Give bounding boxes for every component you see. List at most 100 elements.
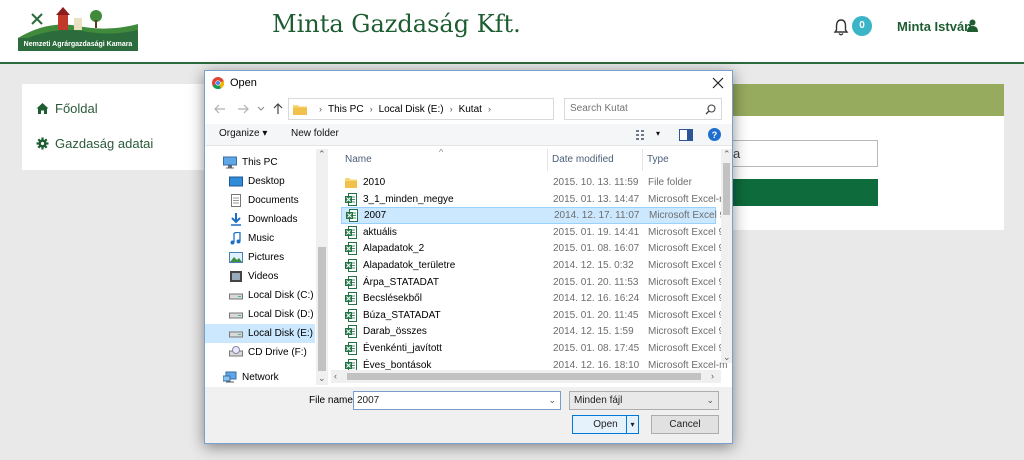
breadcrumb-local-disk-e[interactable]: Local Disk (E:) xyxy=(379,104,444,115)
file-row[interactable]: Alapadatok_2 2015. 01. 08. 16:07 Microsoft… xyxy=(341,240,730,257)
notification-badge[interactable]: 0 xyxy=(852,16,872,36)
file-date-modified: 2015. 01. 08. 17:45 xyxy=(553,343,640,354)
file-row[interactable]: aktuális 2015. 01. 19. 14:41 Microsoft Exc… xyxy=(341,224,730,241)
view-options-icon[interactable] xyxy=(636,129,650,141)
recent-dropdown-icon[interactable] xyxy=(256,102,266,116)
nav-item-cd-drive-f[interactable]: CD Drive (F:) xyxy=(229,343,330,362)
nav-item-network[interactable]: Network xyxy=(223,368,330,387)
form-input[interactable]: a xyxy=(720,140,878,167)
search-box[interactable] xyxy=(564,98,722,120)
network-icon xyxy=(223,371,237,383)
up-arrow-icon[interactable] xyxy=(271,102,285,116)
column-divider[interactable] xyxy=(547,149,548,171)
back-arrow-icon[interactable] xyxy=(213,102,227,116)
pictures-icon xyxy=(229,252,243,263)
file-type: Microsoft Excel 97 xyxy=(648,260,730,271)
open-button-label: Open xyxy=(593,419,618,430)
file-name: Búza_STATADAT xyxy=(363,309,441,321)
nav-item-label: CD Drive (F:) xyxy=(248,347,307,358)
open-split-dropdown-icon[interactable]: ▾ xyxy=(626,416,638,433)
excel-file-icon xyxy=(345,259,357,272)
panel-header xyxy=(720,84,1004,116)
help-icon[interactable]: ? xyxy=(708,128,721,141)
file-row[interactable]: Becslésekből 2014. 12. 16. 16:24 Microsoft… xyxy=(341,290,730,307)
file-date-modified: 2015. 01. 08. 16:07 xyxy=(553,243,640,255)
dialog-toolbar: Organize ▾ New folder ▾ ? xyxy=(205,124,732,146)
user-menu[interactable]: Minta István xyxy=(897,19,972,34)
nav-pane-scrollbar[interactable]: ⌃ ⌄ xyxy=(316,149,328,385)
nav-item-label: Local Disk (D:) xyxy=(248,309,314,320)
nav-item-local-disk-c[interactable]: Local Disk (C:) xyxy=(229,286,330,305)
new-folder-button[interactable]: New folder xyxy=(291,128,339,139)
sidebar-item-home[interactable]: Főoldal xyxy=(36,98,98,118)
submit-button[interactable] xyxy=(720,179,878,206)
open-button[interactable]: Open ▾ xyxy=(572,415,639,434)
file-type-filter[interactable]: Minden fájl ⌄ xyxy=(569,391,719,410)
organize-button[interactable]: Organize ▾ xyxy=(219,128,267,139)
desktop-icon xyxy=(229,176,243,187)
scroll-up-arrow-icon[interactable]: ⌃ xyxy=(723,149,731,160)
scroll-left-arrow-icon[interactable]: ‹ xyxy=(334,371,337,381)
nav-item-local-disk-d[interactable]: Local Disk (D:) xyxy=(229,305,330,324)
file-date-modified: 2014. 12. 16. 18:10 xyxy=(553,359,640,371)
file-row[interactable]: Árpa_STATADAT 2015. 01. 20. 11:53 Microsof… xyxy=(341,274,730,291)
file-date-modified: 2014. 12. 15. 1:59 xyxy=(553,326,634,338)
scroll-up-arrow-icon[interactable]: ⌃ xyxy=(318,149,326,160)
sidebar-item-farm-data[interactable]: Gazdaság adatai xyxy=(36,133,153,153)
file-row[interactable]: Alapadatok_területre 2014. 12. 15. 0:32 Mi… xyxy=(341,257,730,274)
search-input[interactable] xyxy=(570,103,700,114)
file-list-horizontal-scrollbar[interactable]: ‹ › xyxy=(331,370,721,383)
column-header-date[interactable]: Date modified xyxy=(552,149,614,171)
file-date-modified: 2014. 12. 16. 16:24 xyxy=(553,293,640,305)
forward-arrow-icon[interactable] xyxy=(236,102,250,116)
scroll-right-arrow-icon[interactable]: › xyxy=(711,371,714,381)
column-header-type[interactable]: Type xyxy=(647,149,669,171)
file-row[interactable]: 3_1_minden_megye 2015. 01. 13. 14:47 Micro… xyxy=(341,191,727,208)
excel-file-icon xyxy=(345,292,357,306)
search-icon[interactable] xyxy=(705,104,716,115)
file-name-input[interactable]: 2007 ⌄ xyxy=(353,391,561,410)
file-row[interactable]: 2007 2014. 12. 17. 11:07 Microsoft Excel 9… xyxy=(341,207,731,225)
close-icon[interactable] xyxy=(711,76,725,90)
breadcrumb-this-pc[interactable]: This PC xyxy=(328,104,364,115)
file-row[interactable]: 2010 2015. 10. 13. 11:59 File folder xyxy=(341,174,716,191)
address-row: › This PC › Local Disk (E:) › Kutat › ▾ xyxy=(205,98,732,120)
file-name: Becslésekből xyxy=(363,293,422,305)
music-icon xyxy=(230,232,241,245)
nav-item-downloads[interactable]: Downloads xyxy=(229,210,330,229)
breadcrumb-kutat[interactable]: Kutat xyxy=(459,104,482,115)
cancel-button[interactable]: Cancel xyxy=(651,415,719,434)
main-content: a xyxy=(720,84,1004,230)
nav-item-videos[interactable]: Videos xyxy=(229,267,330,286)
nav-item-pictures[interactable]: Pictures xyxy=(229,248,330,267)
nav-item-this-pc[interactable]: This PC xyxy=(223,153,330,172)
file-row[interactable]: Évenkénti_javított 2015. 01. 08. 17:45 Mic… xyxy=(341,340,730,357)
bell-icon[interactable] xyxy=(833,18,849,36)
column-header-name[interactable]: Name xyxy=(345,149,372,171)
preview-pane-icon[interactable] xyxy=(679,129,693,141)
scroll-down-arrow-icon[interactable]: ⌄ xyxy=(723,352,731,363)
view-dropdown-icon[interactable]: ▾ xyxy=(656,129,660,138)
file-list-vertical-scrollbar[interactable]: ⌃ ⌄ xyxy=(721,149,732,363)
file-row[interactable]: Darab_összes 2014. 12. 15. 1:59 Microsoft … xyxy=(341,323,730,340)
chevron-right-icon: › xyxy=(369,104,373,114)
nav-item-label: This PC xyxy=(242,157,278,168)
folder-icon xyxy=(345,178,357,188)
nav-item-desktop[interactable]: Desktop xyxy=(229,172,330,191)
column-divider[interactable] xyxy=(642,149,643,171)
nav-scroll-thumb[interactable] xyxy=(318,247,326,371)
nav-item-music[interactable]: Music xyxy=(229,229,330,248)
file-row[interactable]: Búza_STATADAT 2015. 01. 20. 11:45 Microsof… xyxy=(341,307,730,324)
horizontal-scroll-thumb[interactable] xyxy=(347,373,701,380)
scroll-down-arrow-icon[interactable]: ⌄ xyxy=(318,373,326,384)
vertical-scroll-thumb[interactable] xyxy=(723,163,730,215)
nav-item-local-disk-e[interactable]: Local Disk (E:) xyxy=(205,324,315,343)
nak-logo[interactable]: Nemzeti Agrárgazdasági Kamara xyxy=(18,6,138,52)
nav-item-documents[interactable]: Documents xyxy=(229,191,330,210)
cd-drive-icon xyxy=(229,346,243,357)
dialog-titlebar[interactable]: Open xyxy=(205,71,732,95)
chevron-down-icon[interactable]: ⌄ xyxy=(548,392,556,409)
breadcrumb[interactable]: › This PC › Local Disk (E:) › Kutat › ▾ xyxy=(288,98,635,120)
file-type: Microsoft Excel 97 xyxy=(648,293,730,305)
file-name: 2010 xyxy=(363,177,386,188)
